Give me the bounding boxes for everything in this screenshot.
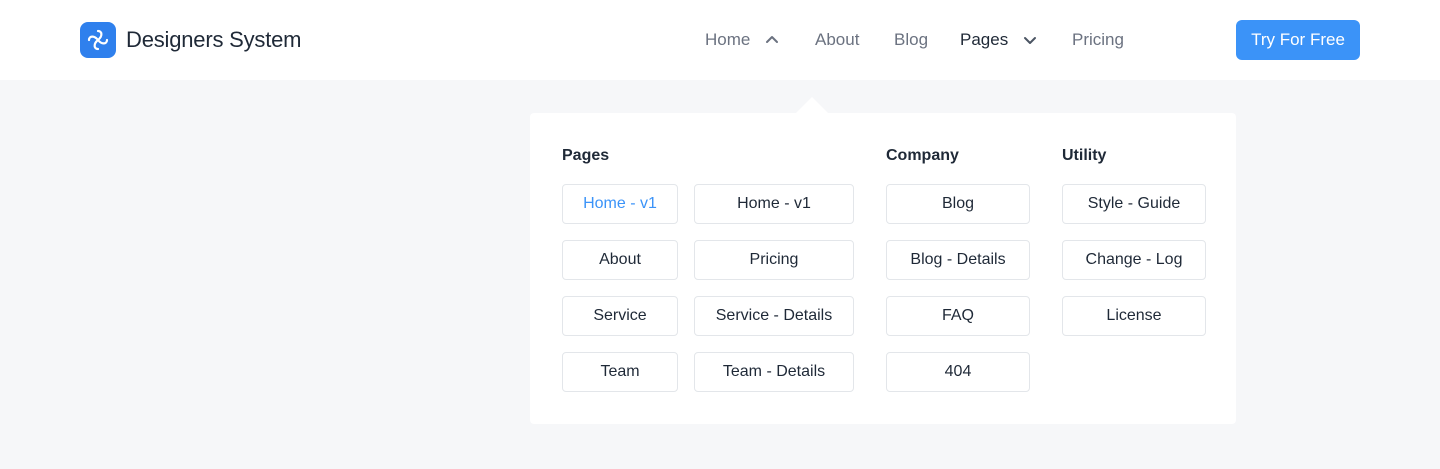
nav-blog-label: Blog bbox=[894, 30, 929, 49]
menu-link-blog-details[interactable]: Blog - Details bbox=[886, 240, 1030, 280]
try-for-free-button[interactable]: Try For Free bbox=[1236, 20, 1360, 60]
menu-link-about[interactable]: About bbox=[562, 240, 678, 280]
pages-column-title: Pages bbox=[562, 147, 610, 164]
brand-logo[interactable]: Designers System bbox=[80, 22, 302, 58]
nav-about[interactable]: About bbox=[815, 30, 859, 50]
menu-link-change-log[interactable]: Change - Log bbox=[1062, 240, 1206, 280]
dropdown-caret bbox=[796, 97, 828, 113]
menu-link-team[interactable]: Team bbox=[562, 352, 678, 392]
menu-link-license[interactable]: License bbox=[1062, 296, 1206, 336]
nav-blog[interactable]: Blog bbox=[894, 30, 928, 50]
menu-link-home-v1[interactable]: Home - v1 bbox=[562, 184, 678, 224]
utility-column-title: Utility bbox=[1062, 147, 1107, 164]
menu-link-service-details[interactable]: Service - Details bbox=[694, 296, 854, 336]
menu-link-home-v1-alt[interactable]: Home - v1 bbox=[694, 184, 854, 224]
menu-link-service[interactable]: Service bbox=[562, 296, 678, 336]
company-column-title: Company bbox=[886, 147, 959, 164]
menu-link-blog[interactable]: Blog bbox=[886, 184, 1030, 224]
nav-pricing-label: Pricing bbox=[1072, 30, 1124, 49]
chevron-up-icon bbox=[764, 32, 780, 48]
nav-about-label: About bbox=[815, 30, 860, 49]
menu-link-404[interactable]: 404 bbox=[886, 352, 1030, 392]
brand-name: Designers System bbox=[126, 27, 302, 52]
nav-pages[interactable]: Pages bbox=[960, 30, 1038, 50]
menu-link-faq[interactable]: FAQ bbox=[886, 296, 1030, 336]
nav-pages-label: Pages bbox=[960, 30, 1009, 49]
nav-home-label: Home bbox=[705, 30, 751, 49]
nav-pricing[interactable]: Pricing bbox=[1072, 30, 1124, 50]
top-navbar: Designers System Home About Blog Pages P… bbox=[0, 0, 1440, 80]
menu-link-team-details[interactable]: Team - Details bbox=[694, 352, 854, 392]
menu-link-pricing[interactable]: Pricing bbox=[694, 240, 854, 280]
chevron-down-icon bbox=[1022, 32, 1038, 48]
brand-icon bbox=[80, 22, 116, 58]
nav-home[interactable]: Home bbox=[705, 30, 780, 50]
menu-link-style-guide[interactable]: Style - Guide bbox=[1062, 184, 1206, 224]
